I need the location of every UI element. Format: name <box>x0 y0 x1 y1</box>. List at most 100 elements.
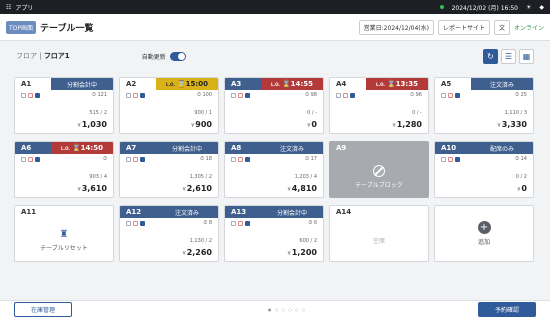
check-icon <box>350 92 355 98</box>
translate-icon[interactable]: 文 <box>493 19 510 35</box>
table-id: A1 <box>21 80 32 88</box>
refresh-icon[interactable]: ↻ <box>483 48 498 64</box>
table-card[interactable]: + 追加 <box>434 205 534 262</box>
unit-and-guests: 0 / - <box>412 110 422 116</box>
elapsed-count: ⏱ 17 <box>305 156 317 162</box>
memo-icon <box>336 92 341 98</box>
unit-and-guests: 600 / 2 <box>299 238 317 244</box>
total-price: ¥1,200 <box>287 248 318 257</box>
auto-update-toggle[interactable] <box>169 51 186 61</box>
unit-and-guests: 903 / 4 <box>89 174 107 180</box>
table-id: A3 <box>225 78 261 90</box>
elapsed-count: ⏱ 14 <box>515 156 527 162</box>
brightness-icon: ☀ <box>525 3 532 11</box>
table-status: 注文済み <box>471 78 533 90</box>
table-card[interactable]: A12 注文済み ⏱ 8 1,130 / 2 ¥2,260 <box>119 205 219 262</box>
table-id: A7 <box>120 142 156 154</box>
elapsed-count: ⏱ 121 <box>91 92 107 98</box>
unit-and-guests: 1,203 / 4 <box>294 174 317 180</box>
elapsed-count: ⏱ 96 <box>410 92 422 98</box>
unit-and-guests: 0 / 2 <box>515 174 527 180</box>
table-id: A10 <box>435 142 471 154</box>
total-price: ¥2,610 <box>182 184 213 193</box>
table-card[interactable]: A9 テーブルブロック <box>329 141 429 198</box>
table-status: 分割会計中 <box>51 78 113 90</box>
memo-icon <box>231 92 236 98</box>
unit-and-guests: 515 / 2 <box>89 110 107 116</box>
table-id: A6 <box>15 142 51 154</box>
bill-icon <box>28 92 33 98</box>
app-name: アプリ <box>15 4 34 12</box>
app-menu[interactable]: ☷ アプリ <box>6 3 33 12</box>
table-card[interactable]: A1 分割会計中 ⏱ 121 515 / 2 ¥1,030 <box>14 77 114 134</box>
page-indicator[interactable]: ● ○ ○ ○ ○ ○ <box>268 307 306 312</box>
total-price: ¥1,280 <box>392 120 423 129</box>
grid-view-icon[interactable]: ▦ <box>519 48 534 64</box>
table-id: A13 <box>225 206 261 218</box>
bill-icon <box>448 92 453 98</box>
memo-icon <box>441 156 446 162</box>
table-card[interactable]: A8 注文済み ⏱ 17 1,203 / 4 ¥4,810 <box>224 141 324 198</box>
table-card[interactable]: A10 配席のみ ⏱ 14 0 / 2 ¥0 <box>434 141 534 198</box>
report-site-link[interactable]: レポートサイト <box>437 19 490 35</box>
check-icon <box>140 92 145 98</box>
table-id: A11 <box>21 208 37 216</box>
card-label: 空席 <box>372 238 385 245</box>
total-price: ¥0 <box>307 120 317 129</box>
last-order-time: L.O. ⌛ 14:50 <box>51 142 113 154</box>
auto-update: 自動更新 <box>142 51 186 61</box>
card-icons <box>21 92 40 98</box>
grid-icon: ☷ <box>6 3 12 11</box>
card-label: 追加 <box>477 239 490 246</box>
memo-icon <box>21 156 26 162</box>
table-card[interactable]: A4 L.O. ⌛ 13:35 ⏱ 96 0 / - ¥1,280 <box>329 77 429 134</box>
table-id: A4 <box>336 80 347 88</box>
status-dot-icon <box>439 5 444 9</box>
card-icons <box>231 220 250 226</box>
card-label: テーブルリセット <box>40 245 88 252</box>
bill-icon <box>133 92 138 98</box>
bill-icon <box>133 156 138 162</box>
card-label: テーブルブロック <box>355 181 403 189</box>
top-button[interactable]: TOP画面 <box>6 20 37 34</box>
inventory-button[interactable]: 在庫管理 <box>14 302 73 317</box>
bill-icon <box>238 92 243 98</box>
unit-and-guests: 1,305 / 2 <box>189 174 212 180</box>
online-status: オンライン <box>513 24 544 32</box>
card-icons <box>231 156 250 162</box>
table-status: 分割会計中 <box>156 142 218 154</box>
card-icons <box>441 156 460 162</box>
total-price: ¥2,260 <box>182 248 213 257</box>
check-icon <box>140 156 145 162</box>
card-icons <box>231 92 250 98</box>
table-card[interactable]: A13 分割会計中 ⏱ 6 600 / 2 ¥1,200 <box>224 205 324 262</box>
table-card[interactable]: A3 L.O. ⌛ 14:55 ⏱ 98 0 / - ¥0 <box>224 77 324 134</box>
list-view-icon[interactable]: ☰ <box>501 48 516 64</box>
table-card[interactable]: A11 ♜ テーブルリセット <box>14 205 114 262</box>
bill-icon <box>343 92 348 98</box>
table-id: A14 <box>336 208 352 216</box>
elapsed-count: ⏱ 25 <box>515 92 527 98</box>
last-order-time: L.O. ⌛ 15:00 <box>156 78 218 90</box>
table-card[interactable]: A2 L.O. ⌛ 15:00 ⏱ 100 900 / 1 ¥900 <box>119 77 219 134</box>
table-card[interactable]: A5 注文済み ⏱ 25 1,110 / 3 ¥3,330 <box>434 77 534 134</box>
unit-and-guests: 1,110 / 3 <box>504 110 527 116</box>
datetime: 2024/12/02 (月) 16:50 <box>451 4 518 12</box>
reservation-button[interactable]: 予約確認 <box>477 302 536 317</box>
total-price: ¥3,330 <box>497 120 528 129</box>
unit-and-guests: 900 / 1 <box>194 110 212 116</box>
table-id: A5 <box>441 80 452 88</box>
breadcrumb: フロア | フロア1 <box>16 52 70 60</box>
table-card[interactable]: A7 分割会計中 ⏱ 18 1,305 / 2 ¥2,610 <box>119 141 219 198</box>
total-price: ¥4,810 <box>287 184 318 193</box>
toolbar: フロア | フロア1 自動更新 ↻ ☰ ▦ <box>0 41 550 71</box>
table-card[interactable]: A14 空席 <box>329 205 429 262</box>
memo-icon <box>21 92 26 98</box>
check-icon <box>35 92 40 98</box>
unit-and-guests: 0 / - <box>307 110 317 116</box>
check-icon <box>245 220 250 226</box>
table-card[interactable]: A6 L.O. ⌛ 14:50 ⏱ 903 / 4 ¥3,610 <box>14 141 114 198</box>
header: TOP画面 テーブル一覧 営業日:2024/12/04(水) レポートサイト 文… <box>0 14 550 41</box>
table-status: 配席のみ <box>471 142 533 154</box>
last-order-time: L.O. ⌛ 14:55 <box>261 78 323 90</box>
